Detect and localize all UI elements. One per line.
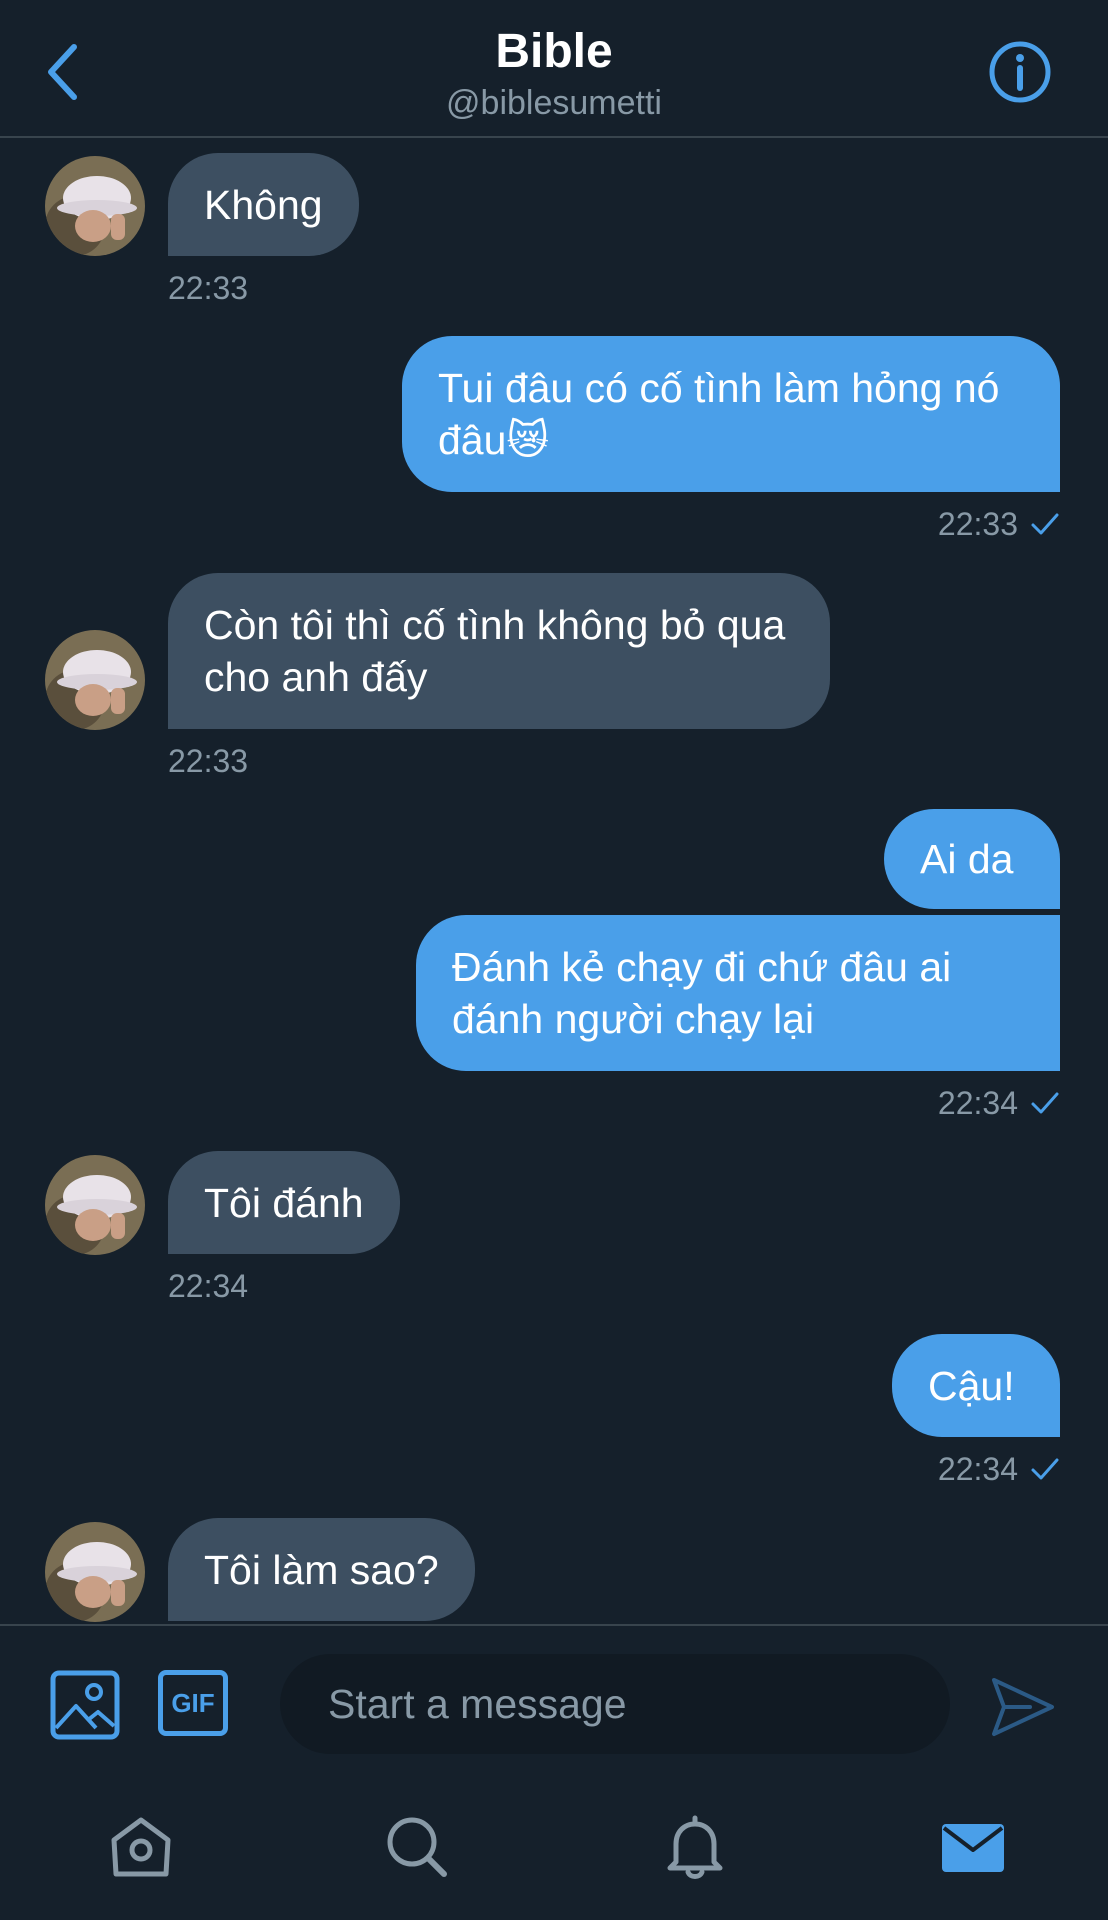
message-status: 22:34 [938,1085,1060,1121]
avatar[interactable] [45,1522,145,1622]
message-text: Ai da [920,836,1014,882]
message-timestamp: 22:34 [168,1268,249,1304]
conversation-title: Bible [495,25,613,78]
message-text: Tôi đánh [204,1179,364,1226]
avatar[interactable] [45,156,145,256]
conversation-title-block[interactable]: Bible @biblesumetti [254,24,854,124]
message-input[interactable] [280,1654,950,1754]
message-timestamp: 22:34 [937,1451,1018,1487]
outgoing-message-bubble[interactable]: Tui đâu có cố tình làm hỏng nó đâu😿 [402,336,1060,492]
gif-label: GIF [171,1687,215,1718]
info-button[interactable] [986,38,1054,106]
send-icon [992,1678,1054,1736]
message-text: Tôi làm sao? [204,1546,439,1593]
incoming-message-bubble[interactable]: Không [168,153,359,256]
search-icon [387,1817,447,1877]
incoming-message-bubble[interactable]: Còn tôi thì cố tình không bỏ qua cho anh… [168,573,830,729]
add-image-button[interactable] [50,1670,120,1740]
message-status: 22:33 [938,506,1060,542]
message-timestamp: 22:33 [937,506,1018,542]
message-text: Còn tôi thì cố tình không bỏ qua cho anh… [204,602,797,700]
read-check-icon [1031,1458,1059,1480]
outgoing-message-bubble[interactable]: Đánh kẻ chạy đi chứ đâu ai đánh người ch… [416,915,1060,1071]
message-composer: GIF [0,1624,1108,1760]
tab-notifications[interactable] [660,1812,730,1882]
avatar[interactable] [45,630,145,730]
gif-button[interactable]: GIF [158,1670,228,1736]
tab-search[interactable] [382,1812,452,1882]
send-button[interactable] [990,1674,1056,1740]
message-timestamp: 22:34 [937,1085,1018,1121]
chevron-left-icon [48,44,77,100]
back-button[interactable] [38,36,86,108]
message-text: Tui đâu có cố tình làm hỏng nó đâu😿 [438,365,1011,463]
read-check-icon [1031,1092,1059,1114]
bell-icon [667,1815,723,1879]
incoming-message-bubble[interactable]: Tôi đánh [168,1151,400,1254]
message-text: Đánh kẻ chạy đi chứ đâu ai đánh người ch… [452,944,963,1042]
outgoing-message-bubble[interactable]: Cậu! [892,1334,1060,1437]
conversation-handle: @biblesumetti [446,84,662,122]
tab-messages[interactable] [938,1812,1008,1882]
message-timestamp: 22:33 [168,270,249,306]
incoming-message-bubble[interactable]: Tôi làm sao? [168,1518,475,1621]
conversation-header: Bible @biblesumetti [0,0,1108,138]
outgoing-message-bubble[interactable]: Ai da [884,809,1060,909]
read-check-icon [1031,513,1059,535]
message-status: 22:34 [938,1451,1060,1487]
message-text: Không [204,181,323,228]
image-icon [50,1670,120,1740]
message-text: Cậu! [928,1362,1015,1409]
tab-home[interactable] [106,1812,176,1882]
mail-icon [942,1824,1004,1872]
message-timestamp: 22:33 [168,743,249,779]
tab-bar [0,1760,1108,1920]
avatar[interactable] [45,1155,145,1255]
home-icon [111,1817,171,1877]
info-circle-icon [989,41,1051,103]
